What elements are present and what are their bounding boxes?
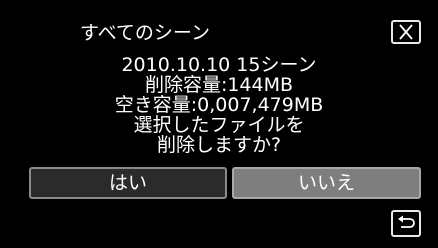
- yes-button[interactable]: はい: [29, 167, 227, 199]
- confirmation-message: 2010.10.10 15シーン 削除容量:144MB 空き容量:0,007,4…: [0, 55, 438, 155]
- delete-confirm-screen: すべてのシーン 2010.10.10 15シーン 削除容量:144MB 空き容量…: [0, 0, 438, 248]
- dialog-title: すべてのシーン: [80, 22, 210, 44]
- message-delete-size: 削除容量:144MB: [144, 74, 294, 96]
- back-button[interactable]: [391, 210, 421, 237]
- message-question-line-1: 選択したファイルを: [133, 114, 305, 136]
- no-button[interactable]: いいえ: [232, 167, 421, 199]
- message-question-line-2: 削除しますか?: [156, 134, 282, 156]
- close-button[interactable]: [391, 20, 421, 44]
- return-arrow-icon: [398, 215, 415, 228]
- message-free-space: 空き容量:0,007,479MB: [114, 94, 324, 116]
- message-date-scene-count: 2010.10.10 15シーン: [121, 54, 317, 76]
- close-icon: [399, 24, 413, 40]
